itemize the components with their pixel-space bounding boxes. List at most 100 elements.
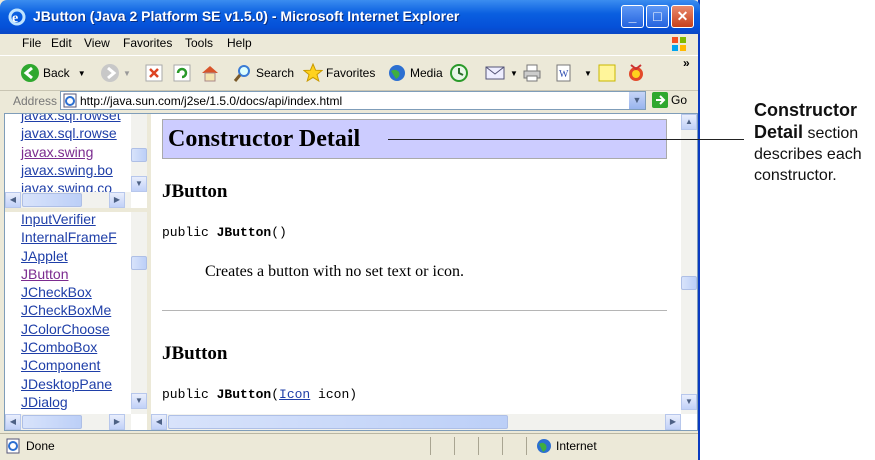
main-vertical-scrollbar[interactable]: ▲ ▼ bbox=[681, 114, 697, 414]
close-button[interactable]: ✕ bbox=[671, 5, 694, 28]
status-bar: Done Internet bbox=[0, 433, 698, 459]
page-content: javax.sql.rowset javax.sql.rowse javax.s… bbox=[4, 113, 698, 431]
back-arrow-icon bbox=[21, 64, 39, 82]
class-link[interactable]: JApplet bbox=[5, 247, 131, 265]
home-button[interactable] bbox=[200, 62, 220, 84]
title-bar[interactable]: e JButton (Java 2 Platform SE v1.5.0) - … bbox=[0, 0, 700, 34]
icon-type-link[interactable]: Icon bbox=[279, 387, 310, 402]
print-button[interactable] bbox=[522, 62, 542, 84]
package-link[interactable]: javax.sql.rowset bbox=[5, 114, 131, 124]
chevron-down-icon[interactable]: ▼ bbox=[629, 92, 645, 109]
constructor-description: Creates a button with no set text or ico… bbox=[205, 263, 465, 280]
go-label: Go bbox=[671, 93, 688, 107]
chevron-down-icon[interactable]: ▼ bbox=[123, 69, 131, 78]
stop-button[interactable] bbox=[145, 62, 163, 84]
search-button[interactable]: Search bbox=[233, 62, 294, 84]
class-link[interactable]: JColorChoose bbox=[5, 320, 131, 338]
discuss-button[interactable] bbox=[597, 62, 617, 84]
address-input[interactable]: http://java.sun.com/j2se/1.5.0/docs/api/… bbox=[60, 91, 646, 110]
params-open: ( bbox=[271, 387, 280, 402]
class-link[interactable]: JDesktopPane bbox=[5, 375, 131, 393]
package-vertical-scrollbar[interactable]: ▼ bbox=[131, 114, 147, 192]
chevron-down-icon[interactable]: ▼ bbox=[584, 69, 592, 78]
messenger-icon bbox=[629, 64, 643, 81]
class-vertical-scrollbar[interactable]: ▼ bbox=[131, 212, 147, 414]
star-icon bbox=[303, 63, 323, 83]
media-button[interactable]: Media bbox=[387, 62, 443, 84]
scroll-right-icon[interactable]: ▶ bbox=[109, 414, 125, 430]
media-label: Media bbox=[410, 66, 443, 80]
scroll-thumb[interactable] bbox=[131, 148, 147, 162]
scroll-right-icon[interactable]: ▶ bbox=[665, 414, 681, 430]
stop-icon bbox=[145, 64, 163, 82]
messenger-button[interactable] bbox=[626, 62, 646, 84]
menu-edit[interactable]: Edit bbox=[51, 36, 72, 50]
package-link[interactable]: javax.swing.bo bbox=[5, 161, 131, 179]
edit-button[interactable]: W ▼ bbox=[555, 62, 592, 84]
class-link[interactable]: InternalFrameF bbox=[5, 228, 131, 246]
scroll-left-icon[interactable]: ◀ bbox=[5, 414, 21, 430]
scroll-right-icon[interactable]: ▶ bbox=[109, 192, 125, 208]
go-button[interactable]: Go bbox=[652, 92, 687, 108]
constructor-signature: public JButton(Icon icon) bbox=[162, 387, 357, 402]
minimize-button[interactable]: _ bbox=[621, 5, 644, 28]
modifier: public bbox=[162, 225, 217, 240]
class-link[interactable]: InputVerifier bbox=[5, 212, 131, 228]
scroll-down-icon[interactable]: ▼ bbox=[131, 176, 147, 192]
scroll-left-icon[interactable]: ◀ bbox=[151, 414, 167, 430]
constructor-heading: JButton bbox=[162, 181, 228, 202]
scroll-thumb[interactable] bbox=[22, 193, 82, 207]
class-link[interactable]: JCheckBox bbox=[5, 283, 131, 301]
menu-bar: File Edit View Favorites Tools Help bbox=[0, 34, 698, 54]
scroll-thumb[interactable] bbox=[131, 256, 147, 270]
menu-file[interactable]: File bbox=[22, 36, 41, 50]
package-list-frame: javax.sql.rowset javax.sql.rowse javax.s… bbox=[5, 114, 147, 212]
class-horizontal-scrollbar[interactable]: ◀ ▶ bbox=[5, 414, 131, 430]
toolbar-overflow-chevron[interactable]: » bbox=[683, 56, 690, 70]
menu-view[interactable]: View bbox=[84, 36, 110, 50]
scroll-thumb[interactable] bbox=[22, 415, 82, 429]
scroll-up-icon[interactable]: ▲ bbox=[681, 114, 697, 130]
ie-logo-icon: e bbox=[8, 8, 26, 26]
scroll-thumb[interactable] bbox=[168, 415, 508, 429]
forward-button[interactable]: ▼ bbox=[100, 62, 131, 84]
refresh-icon bbox=[173, 64, 191, 82]
package-horizontal-scrollbar[interactable]: ◀ ▶ bbox=[5, 192, 131, 208]
scroll-down-icon[interactable]: ▼ bbox=[681, 394, 697, 410]
class-list-frame: InputVerifier InternalFrameF JApplet JBu… bbox=[5, 212, 147, 430]
page-icon bbox=[6, 438, 20, 454]
back-label: Back bbox=[43, 66, 70, 80]
back-button[interactable]: Back ▼ bbox=[20, 62, 86, 84]
chevron-down-icon[interactable]: ▼ bbox=[510, 69, 518, 78]
class-link[interactable]: JComponent bbox=[5, 356, 131, 374]
chevron-down-icon[interactable]: ▼ bbox=[78, 69, 86, 78]
package-link[interactable]: javax.swing bbox=[5, 143, 131, 161]
status-divider bbox=[454, 437, 455, 455]
method-name: JButton bbox=[216, 225, 272, 240]
scroll-down-icon[interactable]: ▼ bbox=[131, 393, 147, 409]
package-link[interactable]: javax.sql.rowse bbox=[5, 124, 131, 142]
scroll-left-icon[interactable]: ◀ bbox=[5, 192, 21, 208]
search-label: Search bbox=[256, 66, 295, 80]
menu-help[interactable]: Help bbox=[227, 36, 252, 50]
address-label: Address bbox=[13, 94, 58, 108]
svg-text:e: e bbox=[12, 11, 18, 26]
class-link[interactable]: JButton bbox=[5, 265, 131, 283]
mail-icon bbox=[485, 66, 505, 80]
class-link[interactable]: JDialog bbox=[5, 393, 131, 411]
scroll-thumb[interactable] bbox=[681, 276, 697, 290]
favorites-button[interactable]: Favorites bbox=[303, 62, 375, 84]
class-link[interactable]: JComboBox bbox=[5, 338, 131, 356]
menu-tools[interactable]: Tools bbox=[185, 36, 213, 50]
status-text: Done bbox=[26, 439, 55, 453]
refresh-button[interactable] bbox=[173, 62, 191, 84]
menu-favorites[interactable]: Favorites bbox=[123, 36, 172, 50]
mail-button[interactable]: ▼ bbox=[485, 62, 518, 84]
favorites-label: Favorites bbox=[326, 66, 376, 80]
maximize-button[interactable]: □ bbox=[646, 5, 669, 28]
history-button[interactable] bbox=[449, 62, 469, 84]
go-arrow-icon bbox=[652, 92, 668, 108]
class-link[interactable]: JCheckBoxMe bbox=[5, 301, 131, 319]
main-horizontal-scrollbar[interactable]: ◀ ▶ bbox=[151, 414, 681, 430]
page-icon bbox=[63, 93, 77, 108]
